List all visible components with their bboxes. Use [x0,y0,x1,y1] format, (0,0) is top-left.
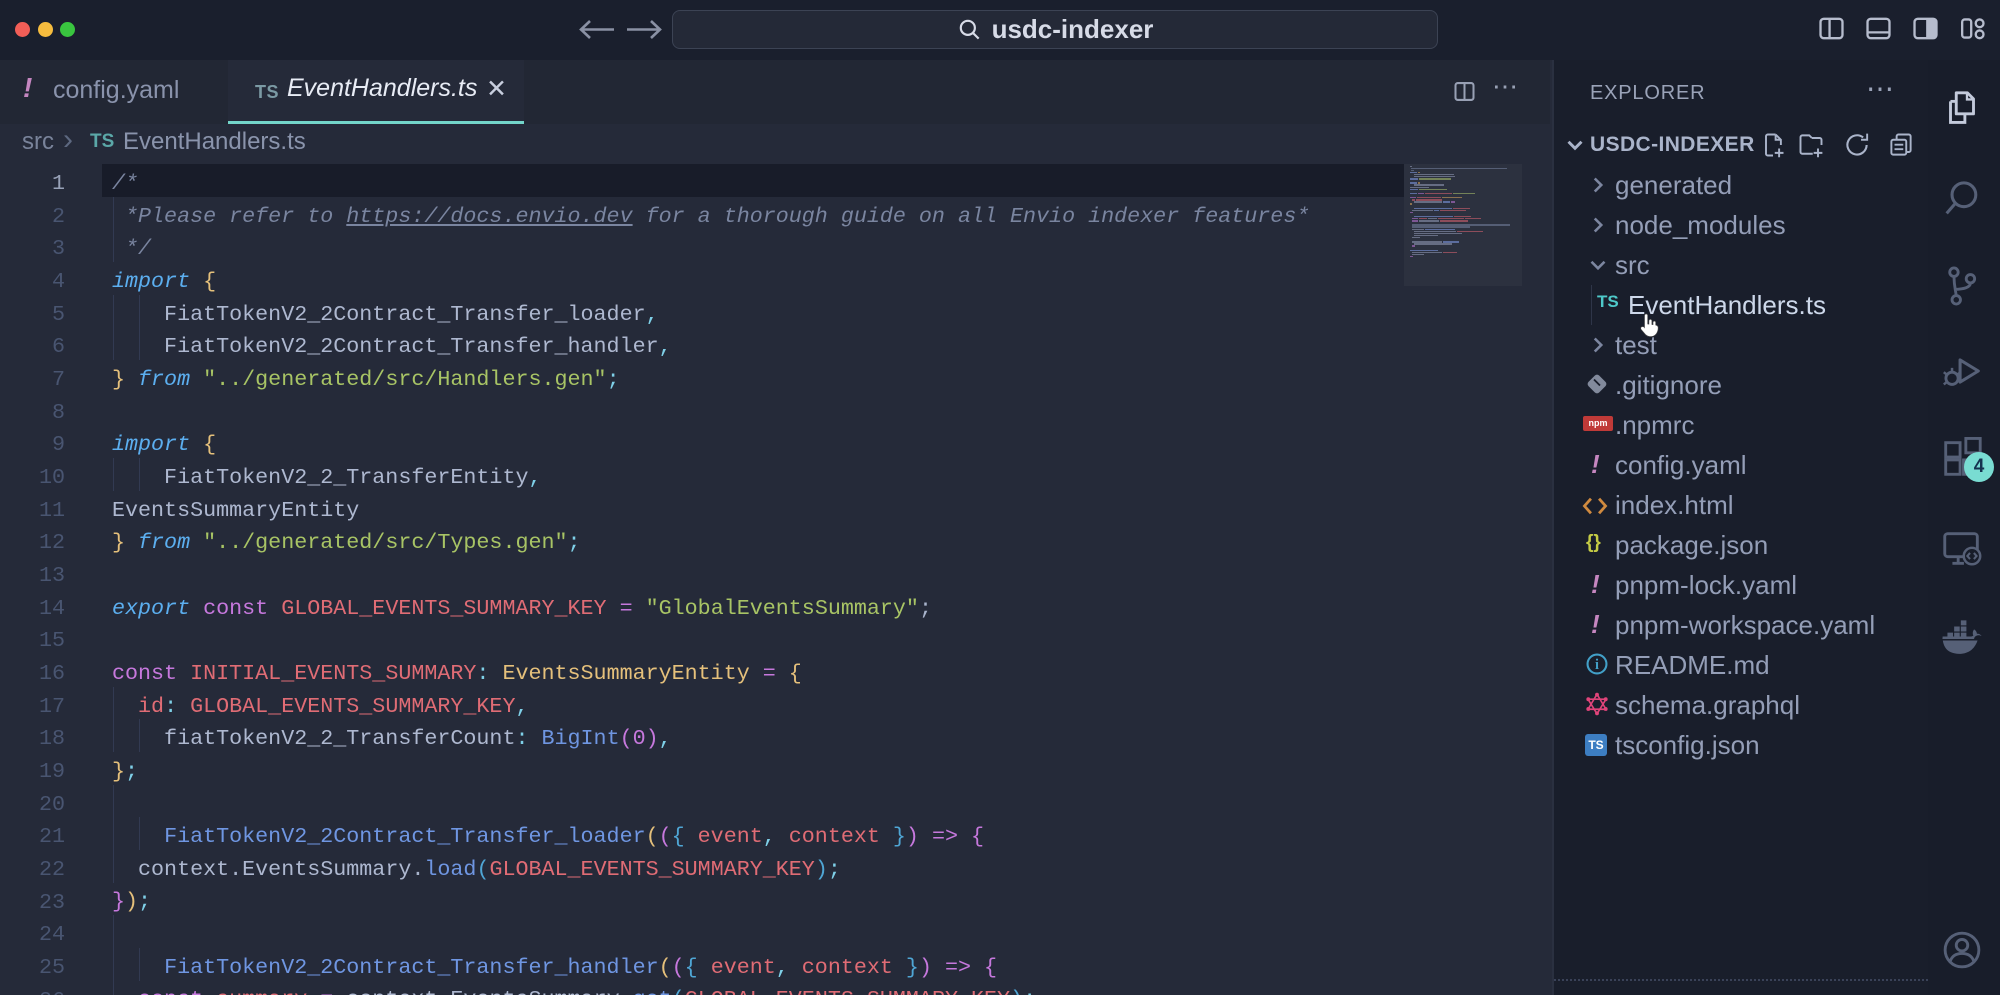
svg-text:i: i [1595,657,1599,673]
